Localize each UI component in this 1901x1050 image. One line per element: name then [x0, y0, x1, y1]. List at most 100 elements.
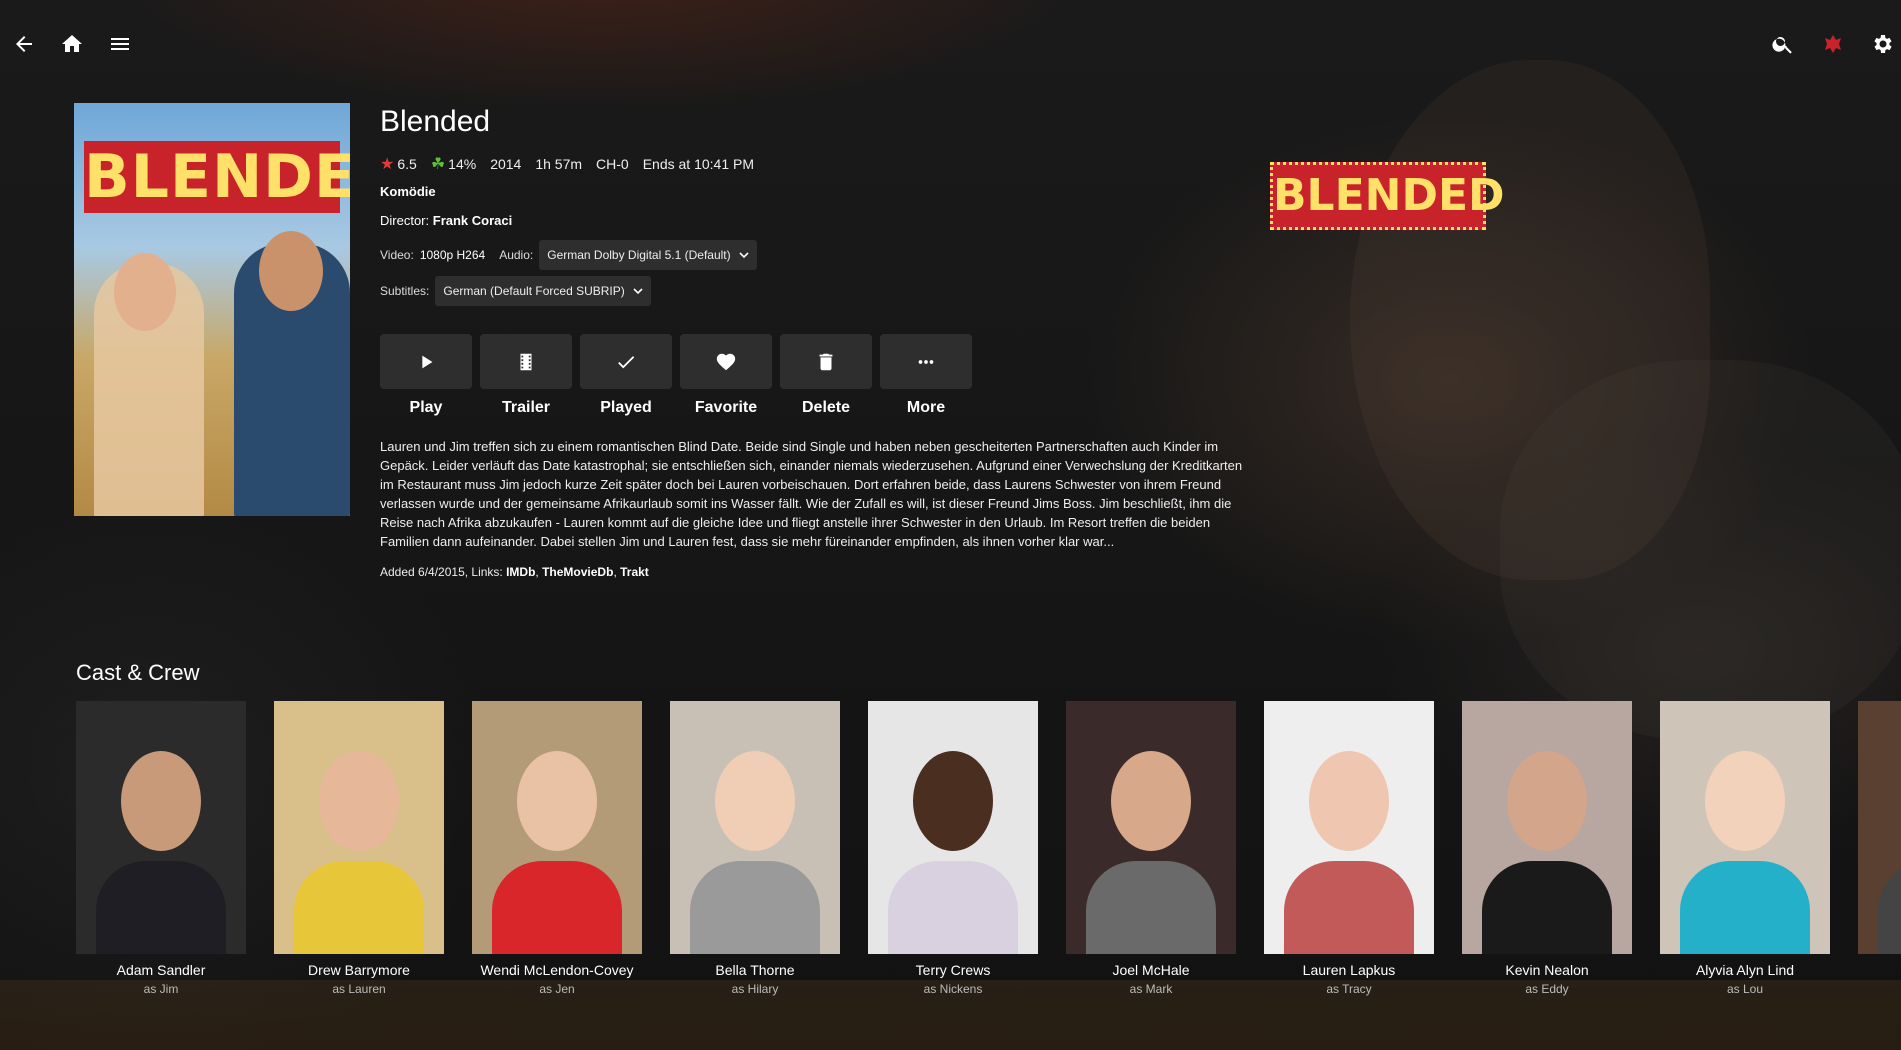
cast-role: as Hilary — [731, 982, 779, 996]
cast-name: Adam Sandler — [116, 962, 206, 978]
arrow-left-icon — [16, 36, 32, 52]
clover-icon: ☘ — [430, 156, 446, 173]
cast-photo — [1462, 701, 1632, 954]
audio-select[interactable]: German Dolby Digital 5.1 (Default) — [539, 240, 757, 270]
heart-icon — [716, 353, 736, 370]
video-label: Video: — [380, 248, 414, 262]
chevron-down-icon — [633, 288, 643, 295]
ends-at: Ends at 10:41 PM — [642, 156, 755, 172]
cast-role: as Mark — [1129, 982, 1173, 996]
search-icon — [1772, 37, 1792, 54]
cast-name: Drew Barrymore — [308, 962, 410, 978]
cast-list: Adam Sandler as Jim Drew Barrymore as Laure… — [76, 701, 1901, 1001]
cast-role: as Nickens — [923, 982, 983, 996]
audio-label: Audio: — [499, 248, 534, 262]
poster-title-logo: BLENDED — [84, 141, 350, 213]
runtime: 1h 57m — [535, 156, 583, 172]
cast-card[interactable]: Drew Barrymore as Lauren — [274, 701, 444, 1001]
cast-role: as Jim — [143, 982, 179, 996]
trakt-link[interactable]: Trakt — [620, 565, 649, 579]
gear-icon — [1874, 35, 1892, 53]
top-bar — [0, 0, 1901, 88]
cast-card[interactable]: Lauren Lapkus as Tracy — [1264, 701, 1434, 1001]
star-icon: ★ — [380, 156, 395, 173]
added-date: Added 6/4/2015, Links: — [380, 565, 507, 579]
more-dots-icon — [918, 359, 934, 364]
cast-card[interactable]: Adam Sandler as Jim — [76, 701, 246, 1001]
user-avatar-button[interactable] — [1813, 24, 1853, 64]
user-avatar-icon — [1825, 35, 1841, 53]
cast-card[interactable]: Em — [1858, 701, 1901, 1001]
cast-photo — [472, 701, 642, 954]
cast-card[interactable]: Wendi McLendon-Covey as Jen — [472, 701, 642, 1001]
media-info-row: Video: 1080p H264 Audio: German Dolby Di… — [380, 240, 1250, 270]
cast-photo — [868, 701, 1038, 954]
cast-card[interactable]: Kevin Nealon as Eddy — [1462, 701, 1632, 1001]
themoviedb-link[interactable]: TheMovieDb — [542, 565, 613, 579]
cast-name: Lauren Lapkus — [1302, 962, 1396, 978]
cast-photo — [1066, 701, 1236, 954]
video-value: 1080p H264 — [419, 248, 486, 262]
meta-row: ★ 6.5 ☘ 14% 2014 1h 57m CH-0 Ends at 10:41… — [380, 154, 1250, 174]
film-icon — [520, 353, 532, 370]
movie-logo: BLENDED — [1270, 162, 1505, 230]
cast-name: Em — [1858, 962, 1901, 978]
cast-photo — [1264, 701, 1434, 954]
cast-photo — [274, 701, 444, 954]
details-panel: Blended ★ 6.5 ☘ 14% 2014 1h 57m CH-0 Ends … — [380, 100, 1250, 579]
added-links-row: Added 6/4/2015, Links: IMDb, TheMovieDb,… — [380, 565, 649, 579]
cast-photo — [1858, 701, 1901, 954]
imdb-link[interactable]: IMDb — [506, 565, 535, 579]
back-button[interactable] — [4, 24, 44, 64]
favorite-button[interactable]: Favorite — [680, 334, 772, 417]
cast-role: as Lauren — [332, 982, 386, 996]
official-rating: CH-0 — [596, 156, 629, 172]
page-title: Blended — [380, 105, 491, 138]
community-rating: ★ 6.5 — [380, 156, 417, 173]
play-button[interactable]: Play — [380, 334, 472, 417]
check-icon — [618, 355, 635, 368]
cast-photo — [1660, 701, 1830, 954]
played-button[interactable]: Played — [580, 334, 672, 417]
subtitles-select[interactable]: German (Default Forced SUBRIP) — [435, 276, 651, 306]
cast-card[interactable]: Bella Thorne as Hilary — [670, 701, 840, 1001]
more-button[interactable]: More — [880, 334, 972, 417]
director-row: Director: Frank Coraci — [380, 213, 1250, 228]
year: 2014 — [490, 156, 522, 172]
cast-card[interactable]: Alyvia Alyn Lind as Lou — [1660, 701, 1830, 1001]
cast-photo — [76, 701, 246, 954]
home-icon — [62, 35, 82, 52]
critic-rating: ☘ 14% — [430, 156, 477, 173]
cast-section-title: Cast & Crew — [76, 660, 200, 685]
home-button[interactable] — [52, 24, 92, 64]
cast-role: as Tracy — [1326, 982, 1372, 996]
settings-button[interactable] — [1862, 24, 1901, 64]
subtitles-label: Subtitles: — [380, 284, 430, 298]
director-label: Director: — [380, 213, 430, 228]
search-button[interactable] — [1763, 24, 1803, 64]
trash-icon — [819, 353, 833, 370]
cast-name: Alyvia Alyn Lind — [1695, 962, 1795, 978]
cast-name: Kevin Nealon — [1505, 962, 1589, 978]
cast-name: Bella Thorne — [715, 962, 795, 978]
cast-card[interactable]: Terry Crews as Nickens — [868, 701, 1038, 1001]
delete-button[interactable]: Delete — [780, 334, 872, 417]
cast-photo — [670, 701, 840, 954]
movie-poster: BLENDED — [74, 103, 350, 516]
action-buttons: Play Trailer Played Favorite Delete More — [380, 334, 1250, 417]
subtitles-row: Subtitles: German (Default Forced SUBRIP… — [380, 276, 1250, 306]
chevron-down-icon — [739, 252, 749, 259]
overview-text: Lauren und Jim treffen sich zu einem rom… — [380, 439, 1243, 549]
director-link[interactable]: Frank Coraci — [433, 213, 512, 228]
hamburger-icon — [111, 38, 129, 50]
cast-name: Terry Crews — [915, 962, 991, 978]
trailer-button[interactable]: Trailer — [480, 334, 572, 417]
genre-link[interactable]: Komödie — [380, 184, 1250, 199]
play-icon — [422, 355, 433, 368]
cast-role: as Eddy — [1525, 982, 1569, 996]
cast-role: as Jen — [539, 982, 575, 996]
cast-name: Wendi McLendon-Covey — [480, 962, 634, 978]
cast-card[interactable]: Joel McHale as Mark — [1066, 701, 1236, 1001]
cast-name: Joel McHale — [1112, 962, 1190, 978]
menu-button[interactable] — [100, 24, 140, 64]
